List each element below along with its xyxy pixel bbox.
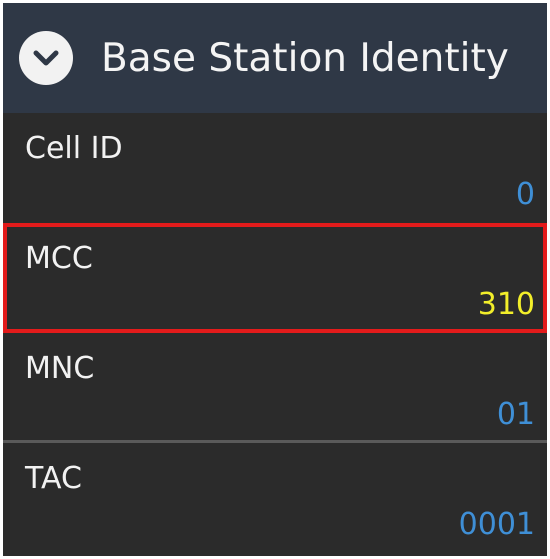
base-station-identity-panel: Base Station Identity Cell ID 0 MCC 310 … bbox=[3, 3, 547, 556]
field-label-cell-id: Cell ID bbox=[25, 131, 123, 166]
field-mcc[interactable]: MCC 310 bbox=[3, 223, 547, 333]
field-mnc: MNC 01 bbox=[3, 333, 547, 443]
field-value-cell-id: 0 bbox=[515, 177, 535, 212]
field-cell-id: Cell ID 0 bbox=[3, 113, 547, 223]
chevron-down-icon[interactable] bbox=[19, 31, 73, 85]
field-value-mcc: 310 bbox=[477, 287, 535, 322]
field-tac: TAC 0001 bbox=[3, 443, 547, 553]
panel-title: Base Station Identity bbox=[101, 35, 509, 81]
panel-header[interactable]: Base Station Identity bbox=[3, 3, 547, 113]
field-label-mcc: MCC bbox=[25, 241, 93, 276]
field-value-mnc: 01 bbox=[496, 397, 535, 432]
selection-highlight bbox=[3, 223, 547, 333]
field-label-mnc: MNC bbox=[25, 351, 95, 386]
field-value-tac: 0001 bbox=[458, 507, 535, 542]
field-label-tac: TAC bbox=[25, 461, 82, 496]
